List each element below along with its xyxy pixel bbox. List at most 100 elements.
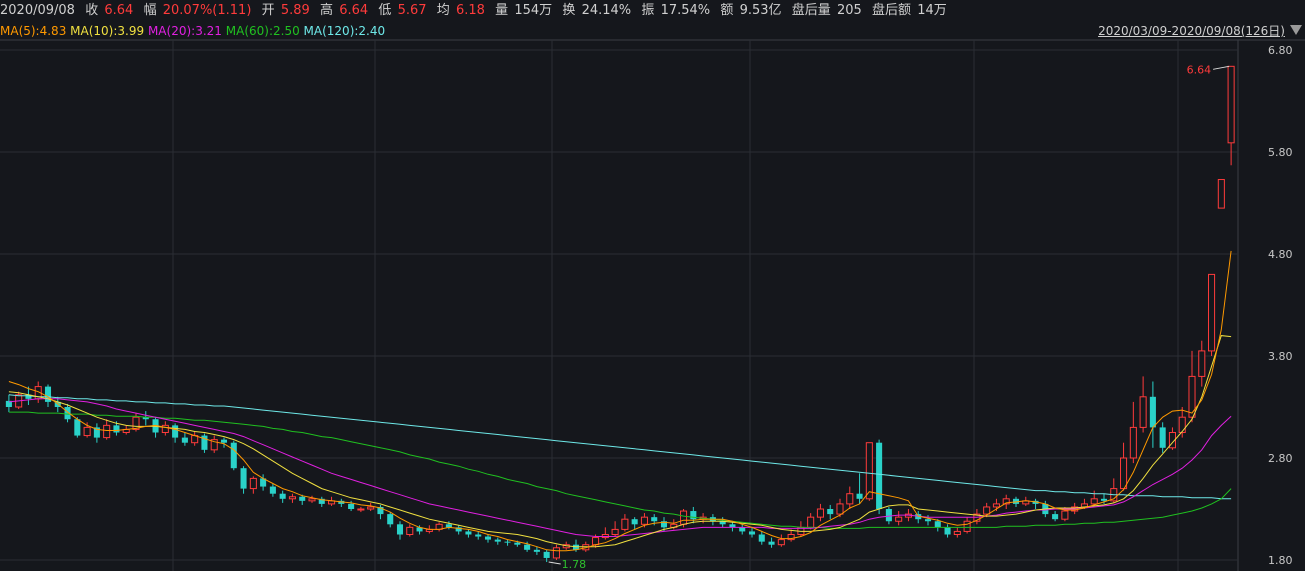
candle-body [1139,396,1147,428]
candle-body [640,516,648,525]
candle-body [83,426,91,437]
candle [1149,381,1156,448]
candle-body [1100,498,1108,501]
candle-body [1159,427,1166,448]
candle-body [1208,273,1216,352]
min-arrow [548,561,561,565]
candle [953,527,961,538]
candle [406,524,414,537]
candle-body [807,516,815,528]
candle [161,421,169,436]
ma120-line [8,394,1232,500]
candle [484,534,492,543]
candle-body [768,541,775,545]
candle-body [514,542,521,545]
candle [944,524,951,538]
candle-body [249,477,257,490]
candle [1159,422,1166,453]
candle-body [240,468,247,489]
candle [601,527,609,540]
candle-body [406,526,414,535]
y-tick-label: 4.80 [1268,248,1293,261]
candle [856,473,863,504]
candle-body [161,424,169,433]
candle-body [113,425,120,433]
candle-body [739,527,746,532]
candle-body [816,508,824,518]
candle-body [465,531,472,535]
candle [1168,427,1176,450]
candle [220,437,228,448]
candlestick-chart[interactable]: 6.80 5.80 4.80 3.80 2.80 1.80 6.64 1.78 [0,0,1305,571]
candle-body [1198,350,1206,377]
candle-body [631,519,638,525]
candle [318,496,325,507]
candle [240,466,247,494]
candle [533,546,540,555]
candle [611,521,619,537]
candle [768,537,775,548]
candle-body [396,524,404,535]
candle [895,511,903,526]
candle [152,417,159,438]
candle-body [288,496,296,500]
candle-body [103,424,111,439]
candle [1198,340,1206,387]
y-tick-label: 6.80 [1268,44,1293,57]
max-price-label: 6.64 [1187,63,1212,76]
candle-body [524,544,531,550]
y-axis: 6.80 5.80 4.80 3.80 2.80 1.80 [1268,44,1293,567]
candle [396,521,404,540]
candle-body [680,510,688,525]
candle-body [944,527,951,535]
candle-body [846,493,854,505]
candle-body [592,537,600,546]
candle [631,517,638,530]
candle-body [484,536,492,540]
candle-body [1052,514,1059,520]
candle [181,432,188,446]
candle [719,517,726,528]
candle-body [357,508,365,511]
candle [1139,376,1147,433]
candle [103,419,111,440]
candle [93,423,100,443]
y-tick-label: 3.80 [1268,350,1293,363]
candle [435,522,443,532]
candle-body [758,534,765,542]
candle [739,524,746,535]
candle-body [181,437,188,443]
min-price-label: 1.78 [562,558,587,571]
candle [455,525,462,535]
candle [1032,498,1039,509]
candle-body [983,506,991,515]
y-tick-label: 2.80 [1268,452,1293,465]
candle [338,498,345,507]
candle-body [953,530,961,536]
candle-body [690,511,697,520]
candle-body [748,531,756,535]
candle [1217,179,1225,209]
candle-body [230,442,237,469]
candle [1090,490,1098,506]
candle-body [504,541,511,543]
candle-body [865,442,873,500]
candle [758,531,765,545]
candle-body [74,419,81,436]
candle [827,504,834,520]
candle [876,439,883,515]
candle-body [387,514,394,525]
max-arrow [1213,65,1230,70]
candle-body [269,486,276,494]
candle-body [856,493,863,499]
y-tick-label: 1.80 [1268,554,1293,567]
candle [494,537,501,545]
candle-body [1120,457,1128,490]
candle-body [348,503,355,509]
candle [308,495,316,503]
candle-body [992,503,1000,508]
candle-body [220,439,228,443]
candle-body [279,493,286,499]
y-tick-label: 5.80 [1268,146,1293,159]
candle [787,529,795,542]
